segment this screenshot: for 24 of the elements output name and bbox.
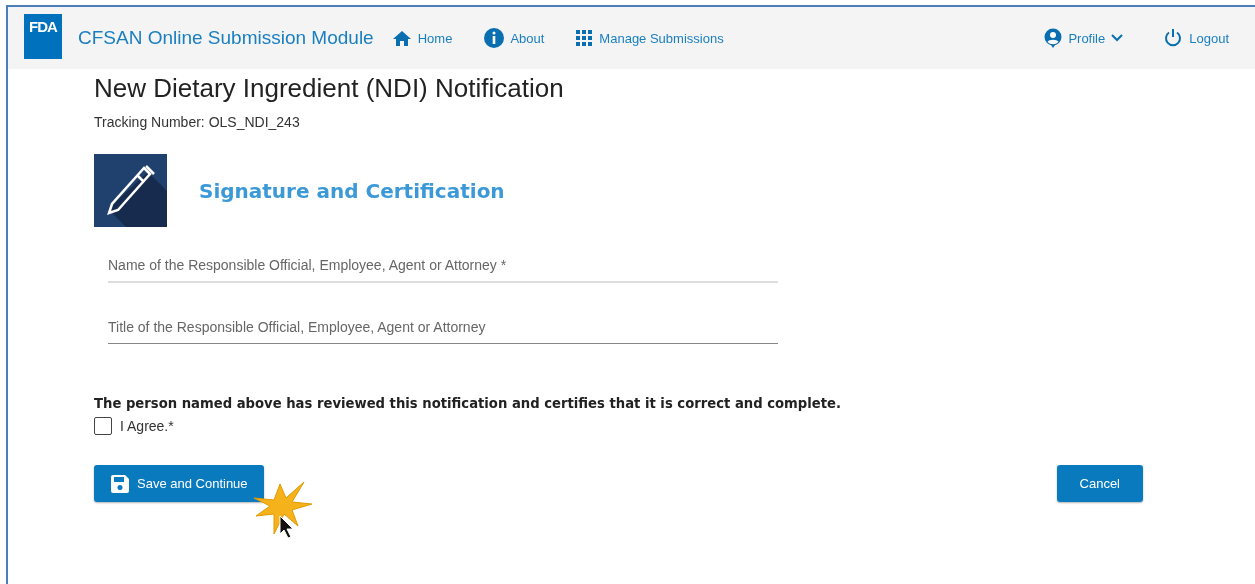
cancel-button[interactable]: Cancel <box>1056 465 1143 502</box>
nav-link[interactable]: Logout <box>1163 28 1229 48</box>
chevron-down-icon <box>1111 34 1124 42</box>
section-title: Signature and Certification <box>199 178 505 203</box>
info-icon <box>484 28 505 48</box>
app-title: CFSAN Online Submission Module <box>78 27 374 49</box>
user-icon <box>1044 28 1063 48</box>
tracking-number: Tracking Number: OLS_NDI_243 <box>94 114 301 130</box>
nav-link[interactable]: Home <box>391 29 453 47</box>
save-button[interactable]: Save and Continue <box>94 465 264 502</box>
home-icon <box>391 29 412 47</box>
grid-icon <box>576 29 594 47</box>
agree-checkbox[interactable] <box>94 417 112 435</box>
nav-link[interactable]: About <box>484 28 545 48</box>
agree-label: I Agree.* <box>120 418 174 434</box>
pen-icon <box>94 154 167 227</box>
nav-link[interactable]: Manage Submissions <box>576 29 724 47</box>
nav-link[interactable]: Profile <box>1044 28 1124 48</box>
save-icon <box>111 474 129 493</box>
power-icon <box>1163 28 1184 48</box>
text-field[interactable]: Title of the Responsible Official, Employee, Agent or Attorney <box>108 311 778 344</box>
fda-logo[interactable]: FDA <box>24 13 62 59</box>
page-title: New Dietary Ingredient (NDI) Notification <box>94 73 565 104</box>
certification-statement: The person named above has reviewed this notification and certifies that it is correct and complete. <box>94 396 842 411</box>
